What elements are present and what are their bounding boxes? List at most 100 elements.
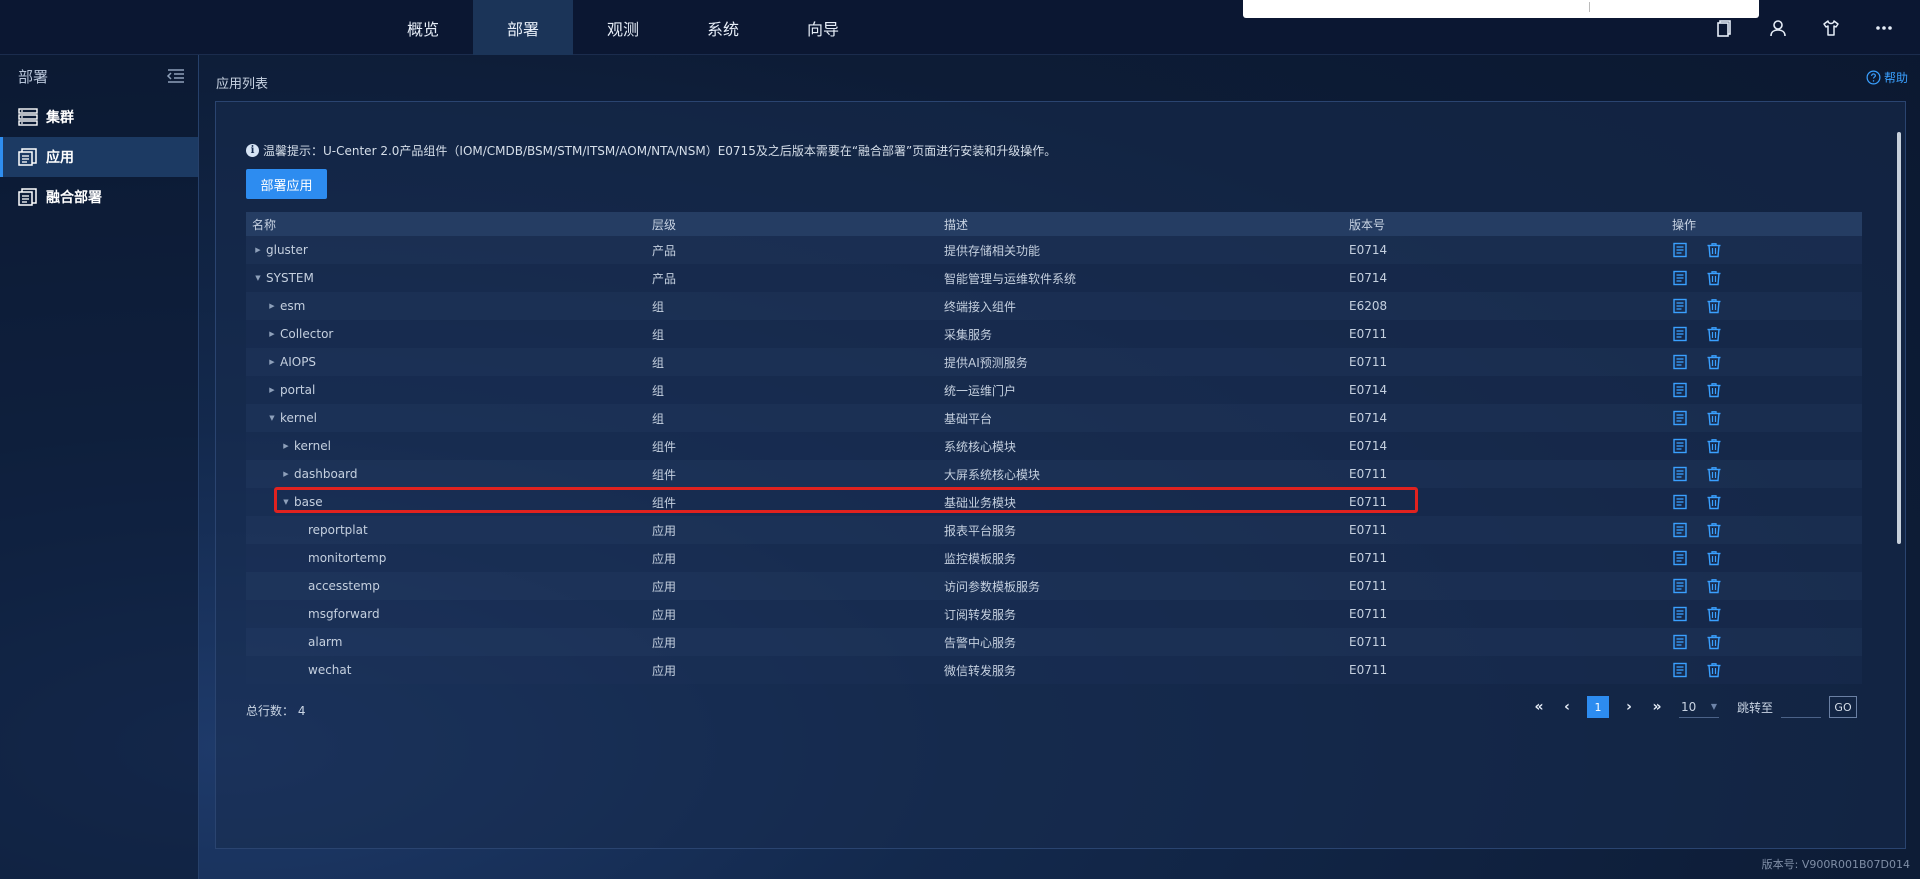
table-row[interactable]: ▶accesstemp应用 访问参数模板服务 E0711 xyxy=(246,572,1862,600)
table-row[interactable]: ▶wechat应用 微信转发服务 E0711 xyxy=(246,656,1862,684)
sidebar-item-app[interactable]: 应用 xyxy=(0,137,198,177)
expand-right-icon[interactable]: ▶ xyxy=(252,246,264,254)
detail-icon[interactable] xyxy=(1672,634,1688,650)
delete-icon[interactable] xyxy=(1706,326,1722,342)
detail-icon[interactable] xyxy=(1672,382,1688,398)
table-body: ▶ gluster 产品 提供存储相关功能 E0714 ▼ SYSTEM 产品 智能管理与运维软… xyxy=(246,236,1862,684)
delete-icon[interactable] xyxy=(1706,522,1722,538)
detail-icon[interactable] xyxy=(1672,466,1688,482)
expand-right-icon[interactable]: ▶ xyxy=(280,470,292,478)
delete-icon[interactable] xyxy=(1706,550,1722,566)
cell-level: 应用 xyxy=(652,663,677,678)
detail-icon[interactable] xyxy=(1672,578,1688,594)
delete-icon[interactable] xyxy=(1706,298,1722,314)
cell-name: ▶ portal xyxy=(246,383,652,397)
cell-desc: 基础平台 xyxy=(944,411,993,426)
delete-icon[interactable] xyxy=(1706,606,1722,622)
delete-icon[interactable] xyxy=(1706,382,1722,398)
column-header-level[interactable]: 层级 xyxy=(652,216,944,233)
sidebar-item-cluster[interactable]: 集群 xyxy=(0,97,198,137)
detail-icon[interactable] xyxy=(1672,550,1688,566)
last-page-button[interactable]: » xyxy=(1643,696,1671,718)
delete-icon[interactable] xyxy=(1706,662,1722,678)
vertical-scrollbar[interactable] xyxy=(1897,132,1901,544)
cell-ops xyxy=(1672,522,1862,538)
nav-deploy[interactable]: 部署 xyxy=(473,0,573,55)
delete-icon[interactable] xyxy=(1706,354,1722,370)
user-icon[interactable] xyxy=(1751,0,1804,55)
delete-icon[interactable] xyxy=(1706,494,1722,510)
expand-right-icon[interactable]: ▶ xyxy=(280,442,292,450)
cell-level: 产品 xyxy=(652,271,677,286)
first-page-button[interactable]: « xyxy=(1525,696,1553,718)
delete-icon[interactable] xyxy=(1706,270,1722,286)
next-page-button[interactable]: › xyxy=(1615,696,1643,718)
detail-icon[interactable] xyxy=(1672,410,1688,426)
shirt-icon[interactable] xyxy=(1804,0,1857,55)
table-row[interactable]: ▶ kernel 组件 系统核心模块 E0714 xyxy=(246,432,1862,460)
delete-icon[interactable] xyxy=(1706,634,1722,650)
row-name: esm xyxy=(280,299,306,313)
cell-level: 组 xyxy=(652,355,665,370)
delete-icon[interactable] xyxy=(1706,466,1722,482)
cell-level: 组件 xyxy=(652,439,677,454)
detail-icon[interactable] xyxy=(1672,242,1688,258)
delete-icon[interactable] xyxy=(1706,578,1722,594)
deploy-app-button[interactable]: 部署应用 xyxy=(246,169,327,199)
table-row[interactable]: ▶ esm 组终端接入组件 E6208 xyxy=(246,292,1862,320)
column-header-desc[interactable]: 描述 xyxy=(944,216,1349,233)
table-row[interactable]: ▶ AIOPS 组提供AI预测服务 E0711 xyxy=(246,348,1862,376)
page-number[interactable]: 1 xyxy=(1587,696,1609,718)
table-row[interactable]: ▼ base 组件 基础业务模块 E0711 xyxy=(246,488,1862,516)
sidebar-item-converged-deploy[interactable]: 融合部署 xyxy=(0,177,198,217)
detail-icon[interactable] xyxy=(1672,326,1688,342)
expand-right-icon[interactable]: ▶ xyxy=(266,302,278,310)
nav-observe[interactable]: 观测 xyxy=(573,0,673,55)
expand-down-icon[interactable]: ▼ xyxy=(280,498,292,506)
expand-right-icon[interactable]: ▶ xyxy=(266,386,278,394)
nav-overview[interactable]: 概览 xyxy=(373,0,473,55)
table-row[interactable]: ▶ portal 组统一运维门户 E0714 xyxy=(246,376,1862,404)
search-input[interactable] xyxy=(1243,0,1759,18)
jump-page-input[interactable] xyxy=(1781,696,1822,718)
detail-icon[interactable] xyxy=(1672,354,1688,370)
table-row[interactable]: ▶ Collector 组采集服务 E0711 xyxy=(246,320,1862,348)
table-row[interactable]: ▼ kernel 组基础平台 E0714 xyxy=(246,404,1862,432)
row-name: portal xyxy=(280,383,316,397)
expand-down-icon[interactable]: ▼ xyxy=(252,274,264,282)
detail-icon[interactable] xyxy=(1672,606,1688,622)
document-icon[interactable] xyxy=(1698,0,1751,55)
page-size-select[interactable]: 10 ▼ xyxy=(1679,696,1719,718)
expand-down-icon[interactable]: ▼ xyxy=(266,414,278,422)
go-button[interactable]: GO xyxy=(1829,696,1858,718)
cell-level: 组件 xyxy=(652,467,677,482)
detail-icon[interactable] xyxy=(1672,522,1688,538)
help-link[interactable]: 帮助 xyxy=(1866,69,1908,86)
more-icon[interactable] xyxy=(1857,0,1910,55)
delete-icon[interactable] xyxy=(1706,242,1722,258)
table-row[interactable]: ▶monitortemp应用 监控模板服务 E0711 xyxy=(246,544,1862,572)
column-header-name[interactable]: 名称 xyxy=(246,216,652,233)
detail-icon[interactable] xyxy=(1672,270,1688,286)
detail-icon[interactable] xyxy=(1672,298,1688,314)
nav-system[interactable]: 系统 xyxy=(673,0,773,55)
table-row[interactable]: ▶reportplat应用 报表平台服务 E0711 xyxy=(246,516,1862,544)
delete-icon[interactable] xyxy=(1706,410,1722,426)
table-row[interactable]: ▶ dashboard 组件 大屏系统核心模块 E0711 xyxy=(246,460,1862,488)
detail-icon[interactable] xyxy=(1672,494,1688,510)
table-row[interactable]: ▶alarm应用 告警中心服务 E0711 xyxy=(246,628,1862,656)
collapse-menu-icon[interactable] xyxy=(166,67,186,85)
table-row[interactable]: ▶msgforward应用 订阅转发服务 E0711 xyxy=(246,600,1862,628)
detail-icon[interactable] xyxy=(1672,662,1688,678)
column-header-version[interactable]: 版本号 xyxy=(1349,216,1672,233)
expand-right-icon[interactable]: ▶ xyxy=(266,330,278,338)
nav-guide[interactable]: 向导 xyxy=(773,0,873,55)
app-list-panel: i 温馨提示：U-Center 2.0产品组件（IOM/CMDB/BSM/STM… xyxy=(215,101,1906,849)
detail-icon[interactable] xyxy=(1672,438,1688,454)
table-row[interactable]: ▼ SYSTEM 产品 智能管理与运维软件系统 E0714 xyxy=(246,264,1862,292)
prev-page-button[interactable]: ‹ xyxy=(1553,696,1581,718)
table-row[interactable]: ▶ gluster 产品 提供存储相关功能 E0714 xyxy=(246,236,1862,264)
delete-icon[interactable] xyxy=(1706,438,1722,454)
expand-right-icon[interactable]: ▶ xyxy=(266,358,278,366)
cell-version: E0711 xyxy=(1349,495,1388,509)
